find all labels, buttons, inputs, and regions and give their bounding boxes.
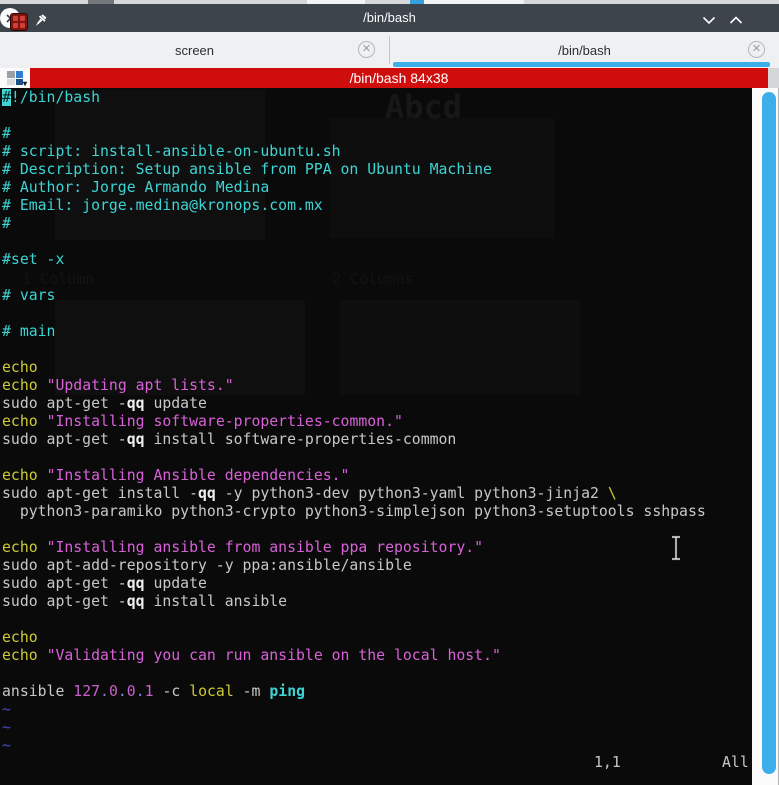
screen-title-banner: /bin/bash 84x38 [30, 68, 768, 88]
chevron-up-icon [729, 15, 743, 24]
code-line: echo "Installing Ansible dependencies." [2, 467, 350, 484]
terminal-viewport[interactable]: Abcd 1 Column 2 Columns #!/bin/bash## sc… [0, 88, 752, 785]
vim-status-line: 1,1 All [0, 754, 752, 772]
scroll-indicator: All [722, 754, 749, 771]
code-line: # vars [2, 287, 56, 304]
code-line: echo "Installing software-properties-com… [2, 413, 403, 430]
code-line: ~ [2, 719, 11, 736]
maximize-button[interactable] [724, 8, 748, 32]
code-line: ~ [2, 737, 11, 754]
code-line: echo "Updating apt lists." [2, 377, 234, 394]
code-line: ~ [2, 701, 11, 718]
banner-right-filler [768, 68, 779, 88]
tab-bin-bash[interactable]: /bin/bash ✕ [390, 32, 779, 68]
scrollbar-track[interactable] [752, 88, 779, 785]
code-line: # main [2, 323, 56, 340]
tab-close-icon[interactable]: ✕ [748, 41, 765, 58]
window-list-icon: ▾ [7, 71, 27, 88]
code-line: #set -x [2, 251, 65, 268]
tab-close-icon[interactable]: ✕ [358, 41, 375, 58]
chevron-down-icon [702, 16, 716, 24]
code-line: ansible 127.0.0.1 -c local -m ping [2, 683, 306, 700]
code-line: python3-paramiko python3-crypto python3-… [2, 503, 706, 520]
code-line: sudo apt-get install -qq -y python3-dev … [2, 485, 617, 502]
screen-banner-row: ▾ /bin/bash 84x38 [0, 68, 779, 88]
code-line: # Email: jorge.medina@kronops.com.mx [2, 197, 323, 214]
terminal-content[interactable]: #!/bin/bash # # script: install-ansible-on… [2, 89, 752, 755]
code-line: # Description: Setup ansible from PPA on… [2, 161, 492, 178]
minimize-button[interactable] [697, 8, 721, 32]
code-line: sudo apt-get -qq install software-proper… [2, 431, 457, 448]
tab-label: screen [174, 42, 215, 58]
cursor-position: 1,1 [594, 754, 621, 771]
titlebar[interactable]: /bin/bash [0, 4, 779, 32]
dropdown-arrow-icon: ▾ [22, 79, 27, 88]
code-line: echo [2, 359, 38, 376]
window-title: /bin/bash [363, 10, 416, 25]
mouse-ibeam-cursor [672, 535, 680, 561]
tab-label: /bin/bash [558, 42, 611, 58]
banner-icon-box[interactable]: ▾ [0, 68, 30, 88]
code-line: # [2, 125, 11, 142]
tab-bar: screen ✕ /bin/bash ✕ [0, 32, 779, 68]
code-line: echo "Validating you can run ansible on … [2, 647, 501, 664]
code-line: #!/bin/bash [2, 89, 101, 106]
code-line: # [2, 215, 11, 232]
code-line: echo "Installing ansible from ansible pp… [2, 539, 484, 556]
konsole-window: /bin/bash screen ✕ /bin/bash ✕ ▾ /bin/ba… [0, 0, 779, 785]
code-line: sudo apt-get -qq update [2, 575, 207, 592]
code-line: # Author: Jorge Armando Medina [2, 179, 270, 196]
code-line: sudo apt-get -qq install ansible [2, 593, 288, 610]
code-line: echo [2, 629, 38, 646]
code-line: sudo apt-add-repository -y ppa:ansible/a… [2, 557, 412, 574]
code-line: # script: install-ansible-on-ubuntu.sh [2, 143, 341, 160]
scrollbar-thumb[interactable] [762, 92, 776, 774]
code-line: sudo apt-get -qq update [2, 395, 207, 412]
active-tab-underline [393, 62, 770, 67]
tab-screen[interactable]: screen ✕ [0, 32, 389, 68]
